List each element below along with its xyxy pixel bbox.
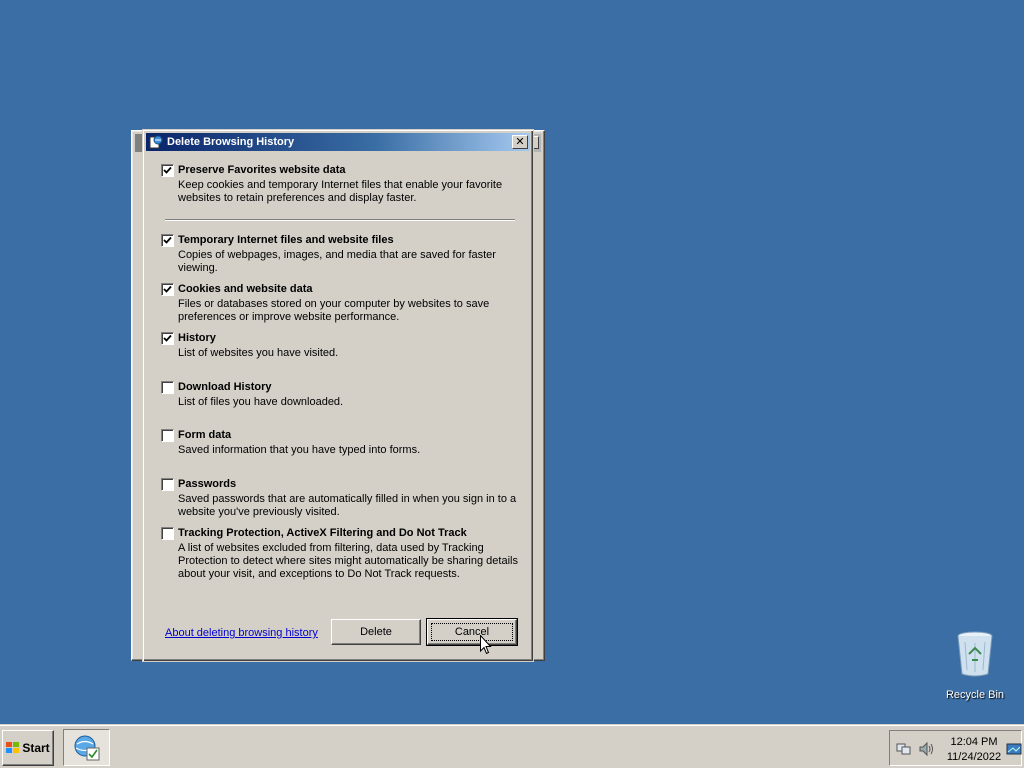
ie-delete-history-icon — [149, 135, 163, 149]
internet-explorer-icon — [74, 735, 99, 760]
option-description: Files or databases stored on your comput… — [178, 298, 490, 323]
windows-flag-icon — [6, 742, 20, 753]
about-deleting-history-link[interactable]: About deleting browsing history — [165, 627, 318, 639]
system-tray: 12:04 PM 11/24/2022 — [889, 730, 1022, 766]
mouse-cursor-icon — [480, 635, 492, 655]
dialog-title: Delete Browsing History — [167, 136, 295, 148]
checkmark-icon — [163, 236, 172, 244]
volume-icon[interactable] — [918, 741, 934, 757]
option-label: Download History — [178, 381, 272, 393]
delete-button[interactable]: Delete — [331, 619, 421, 645]
checkmark-icon — [163, 285, 172, 293]
start-button[interactable]: Start — [2, 730, 54, 766]
start-label: Start — [22, 741, 50, 755]
option-description: Saved passwords that are automatically f… — [178, 493, 517, 518]
dialog-titlebar[interactable]: Delete Browsing History ✕ — [146, 133, 530, 151]
option-label: Passwords — [178, 478, 237, 490]
option-label: History — [178, 332, 216, 344]
taskbar-ie-button[interactable] — [63, 729, 110, 766]
recycle-bin[interactable]: Recycle Bin — [944, 630, 1006, 701]
option-description: Saved information that you have typed in… — [178, 444, 421, 456]
cancel-button[interactable]: Cancel — [426, 618, 518, 646]
checkbox-temporary-files[interactable] — [161, 234, 174, 247]
close-button[interactable]: ✕ — [512, 135, 528, 149]
option-label: Form data — [178, 429, 232, 441]
recycle-bin-icon — [957, 631, 993, 677]
checkmark-icon — [163, 166, 172, 174]
delete-button-label: Delete — [360, 626, 392, 638]
clock-time: 12:04 PM — [950, 736, 998, 748]
close-icon: ✕ — [515, 135, 525, 148]
option-description: A list of websites excluded from filteri… — [178, 542, 518, 580]
checkmark-icon — [163, 334, 172, 342]
taskbar: Start 12:04 PM 11/24/2022 — [0, 725, 1024, 768]
option-label: Tracking Protection, ActiveX Filtering a… — [178, 527, 467, 539]
clock-date: 11/24/2022 — [946, 751, 1002, 763]
focus-rectangle — [431, 623, 513, 641]
option-label: Temporary Internet files and website fil… — [178, 234, 394, 246]
separator — [165, 219, 515, 221]
checkbox-form-data[interactable] — [161, 429, 174, 442]
option-label: Preserve Favorites website data — [178, 164, 346, 176]
checkbox-preserve-favorites[interactable] — [161, 164, 174, 177]
checkbox-history[interactable] — [161, 332, 174, 345]
option-description: List of files you have downloaded. — [178, 396, 344, 408]
checkbox-cookies[interactable] — [161, 283, 174, 296]
clock[interactable]: 12:04 PM 11/24/2022 — [942, 735, 1006, 765]
network-icon[interactable] — [896, 741, 912, 757]
option-description: List of websites you have visited. — [178, 347, 339, 359]
delete-browsing-history-dialog: Delete Browsing History ✕ Preserve Favor… — [142, 129, 534, 662]
option-description: Copies of webpages, images, and media th… — [178, 249, 496, 274]
option-label: Cookies and website data — [178, 283, 313, 295]
option-description: Keep cookies and temporary Internet file… — [178, 179, 503, 204]
checkbox-tracking-protection[interactable] — [161, 527, 174, 540]
checkbox-passwords[interactable] — [161, 478, 174, 491]
show-desktop-icon[interactable] — [1006, 741, 1022, 757]
checkbox-download-history[interactable] — [161, 381, 174, 394]
recycle-bin-label: Recycle Bin — [945, 689, 1005, 701]
